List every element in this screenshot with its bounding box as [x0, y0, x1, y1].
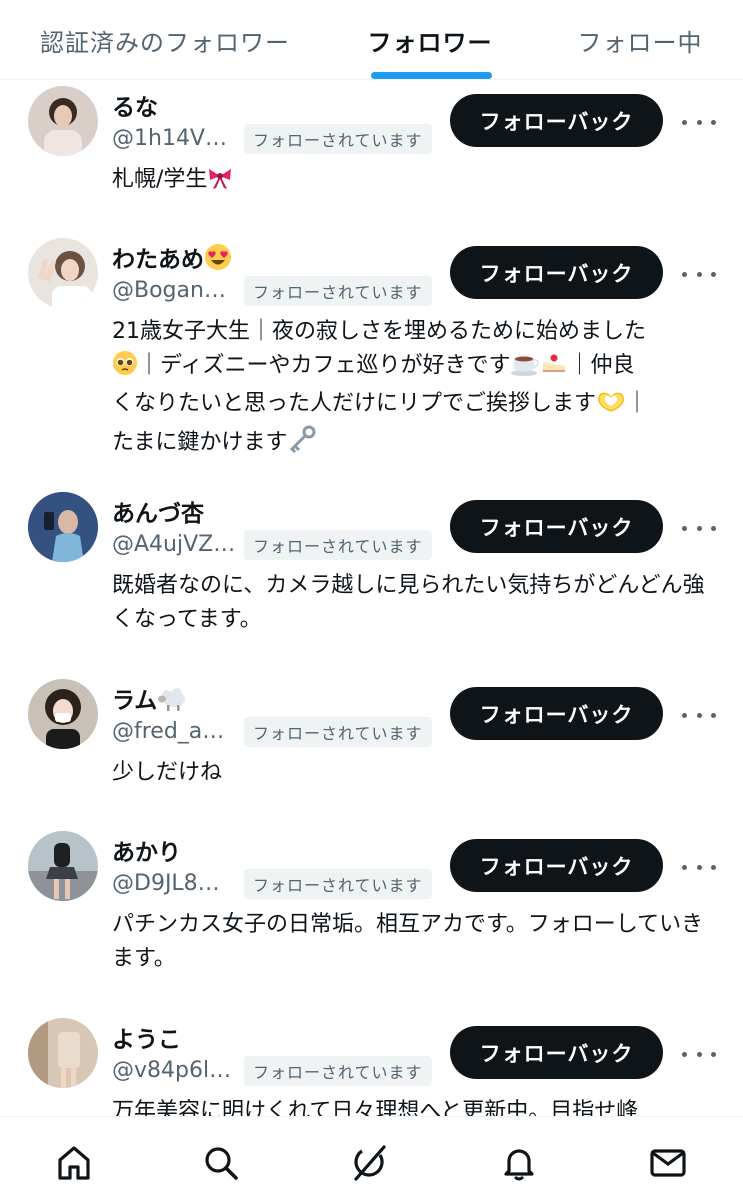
tab-bar: 認証済みのフォロワー フォロワー フォロー中: [0, 0, 743, 80]
user-row[interactable]: あかり @D9JL8… フォローされています フォローバック パチンカス女子の日…: [0, 829, 743, 989]
sheep-icon: [157, 686, 187, 718]
display-name[interactable]: あかり: [112, 833, 181, 867]
active-tab-indicator: [371, 72, 492, 79]
more-options-icon[interactable]: [682, 264, 716, 284]
more-options-icon[interactable]: [682, 705, 716, 725]
display-name[interactable]: るな: [112, 88, 158, 122]
bottom-navigation: [0, 1116, 743, 1200]
old-key-icon: [287, 425, 317, 464]
search-icon[interactable]: [201, 1143, 241, 1183]
user-bio: 21歳女子大生｜夜の寂しさを埋めるために始めました ｜ディズニーやカフェ巡りが好…: [112, 315, 717, 464]
follow-back-button[interactable]: フォローバック: [450, 94, 663, 147]
user-row[interactable]: ラム @fred_a… フォローされています フォローバック 少しだけね: [0, 677, 743, 797]
messages-icon[interactable]: [648, 1143, 688, 1183]
username: @v84p6l…: [112, 1058, 232, 1083]
username: @A4ujVZ…: [112, 532, 236, 557]
display-name[interactable]: わたあめ: [112, 240, 232, 277]
display-name[interactable]: ようこ: [112, 1020, 181, 1054]
username: @fred_a…: [112, 719, 225, 744]
username: @Bogan…: [112, 278, 226, 303]
more-options-icon[interactable]: [682, 857, 716, 877]
user-bio: 札幌/学生: [112, 163, 717, 201]
follows-you-badge: フォローされています: [244, 1056, 432, 1086]
avatar[interactable]: [28, 1018, 98, 1088]
avatar[interactable]: [28, 86, 98, 156]
username: @D9JL8…: [112, 871, 220, 896]
tab-verified-followers[interactable]: 認証済みのフォロワー: [30, 0, 300, 80]
follows-you-badge: フォローされています: [244, 869, 432, 899]
follows-you-badge: フォローされています: [244, 276, 432, 306]
user-bio: パチンカス女子の日常垢。相互アカです。フォローしていきます。: [112, 912, 704, 971]
cake-icon: [540, 350, 568, 387]
avatar[interactable]: [28, 238, 98, 308]
username: @1h14V…: [112, 126, 227, 151]
home-icon[interactable]: [54, 1143, 94, 1183]
tab-following[interactable]: フォロー中: [560, 0, 720, 80]
user-row[interactable]: るな @1h14V… フォローされています フォローバック 札幌/学生: [0, 84, 743, 214]
follow-back-button[interactable]: フォローバック: [450, 839, 663, 892]
notifications-icon[interactable]: [499, 1143, 539, 1183]
heart-hands-icon: [596, 390, 626, 425]
tab-followers[interactable]: フォロワー: [350, 0, 510, 80]
grok-icon[interactable]: [350, 1143, 390, 1183]
follows-you-badge: フォローされています: [244, 530, 432, 560]
follow-back-button[interactable]: フォローバック: [450, 500, 663, 553]
display-name[interactable]: あんづ杏: [112, 494, 204, 528]
more-options-icon[interactable]: [682, 1044, 716, 1064]
more-options-icon[interactable]: [682, 112, 716, 132]
user-bio: 少しだけね: [112, 760, 223, 785]
follows-you-badge: フォローされています: [244, 124, 432, 154]
coffee-icon: [510, 350, 540, 387]
user-bio: 既婚者なのに、カメラ越しに見られたい気持ちがどんどん強くなってます。: [112, 573, 705, 632]
avatar[interactable]: [28, 679, 98, 749]
follow-back-button[interactable]: フォローバック: [450, 1026, 663, 1079]
ribbon-icon: [207, 166, 233, 201]
avatar[interactable]: [28, 831, 98, 901]
user-row[interactable]: あんづ杏 @A4ujVZ… フォローされています フォローバック 既婚者なのに、…: [0, 490, 743, 650]
user-row[interactable]: ようこ @v84p6l… フォローされています フォローバック 万年美容に明けく…: [0, 1016, 743, 1124]
follow-back-button[interactable]: フォローバック: [450, 246, 663, 299]
more-options-icon[interactable]: [682, 518, 716, 538]
heart-eyes-face-icon: [204, 243, 232, 277]
follows-you-badge: フォローされています: [244, 717, 432, 747]
avatar[interactable]: [28, 492, 98, 562]
user-row[interactable]: わたあめ @Bogan… フォローされています フォローバック 21歳女子大生｜…: [0, 236, 743, 466]
follow-back-button[interactable]: フォローバック: [450, 687, 663, 740]
pleading-face-icon: [112, 350, 138, 387]
display-name[interactable]: ラム: [112, 681, 187, 718]
